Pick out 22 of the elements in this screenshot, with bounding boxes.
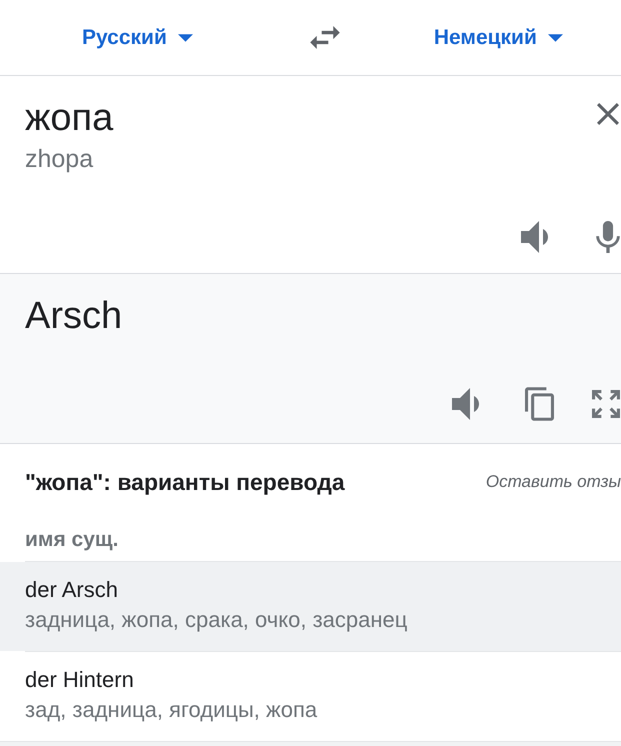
caret-down-icon xyxy=(178,34,193,42)
entry-word: der Hintern xyxy=(25,667,134,693)
speaker-icon[interactable] xyxy=(452,388,479,420)
part-of-speech-label: имя сущ. xyxy=(25,527,118,553)
copy-icon[interactable] xyxy=(525,387,554,421)
transliteration-text: zhopa xyxy=(25,144,94,174)
expand-arrows-icon[interactable] xyxy=(592,390,620,418)
feedback-link[interactable]: Оставить отзы xyxy=(486,471,621,493)
translation-entry[interactable]: der Arsch задница, жопа, срака, очко, засранец xyxy=(0,562,621,651)
language-dropdown[interactable]: Немецкий xyxy=(434,24,563,50)
section-title: "жопа": варианты перевода xyxy=(25,469,345,495)
translation-text: Arsch xyxy=(25,294,124,338)
entry-synonyms: зад, задница, ягодицы, жопа xyxy=(25,697,318,723)
close-icon[interactable] xyxy=(597,103,619,125)
microphone-icon[interactable] xyxy=(596,221,620,253)
language-dropdown[interactable]: Русский xyxy=(82,24,193,50)
caret-down-icon xyxy=(548,34,563,42)
entry-synonyms: задница, жопа, срака, очко, засранец xyxy=(25,607,408,633)
source-text-field[interactable]: жопа xyxy=(25,96,577,140)
swap-arrows-icon[interactable] xyxy=(310,26,340,49)
entry-word: der Arsch xyxy=(25,577,118,603)
speaker-icon[interactable] xyxy=(521,221,548,253)
